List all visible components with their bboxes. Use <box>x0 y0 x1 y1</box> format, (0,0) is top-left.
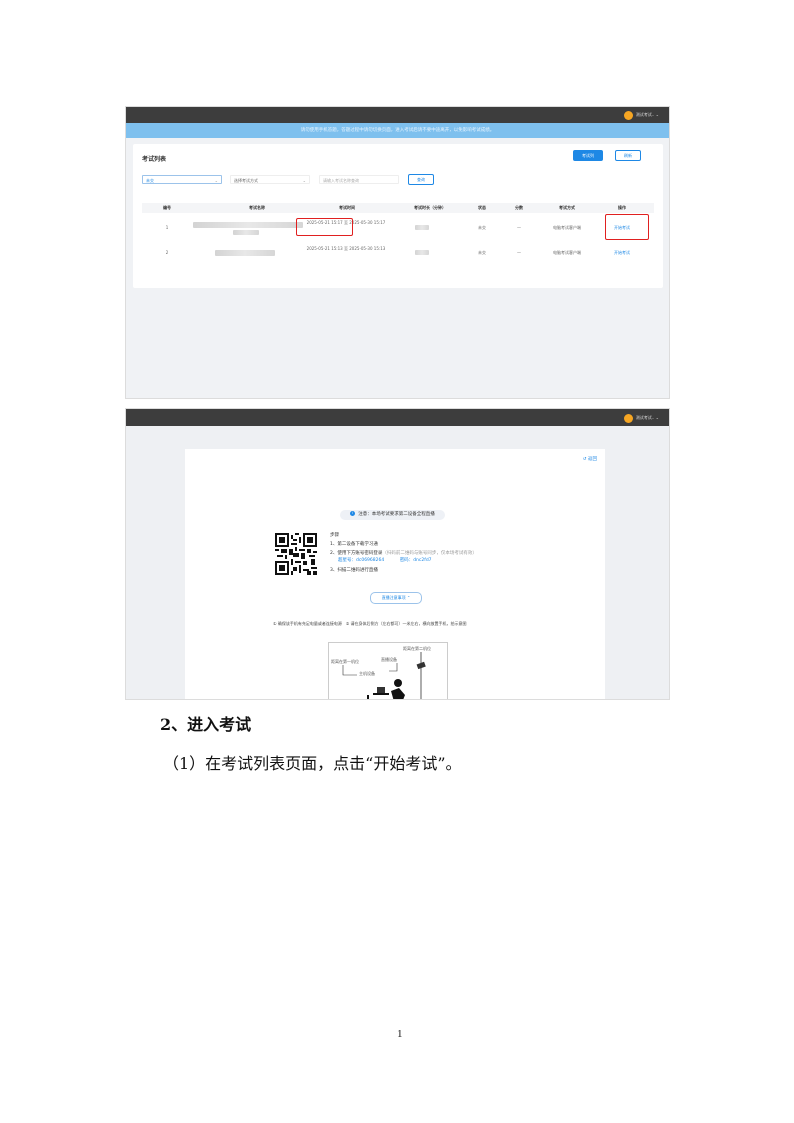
chevron-down-icon: ⌄ <box>302 178 306 183</box>
page-title: 考试列表 <box>142 156 167 163</box>
row-mode: 电脑考试客户端 <box>553 225 581 230</box>
illus-label-2: 距离在第二机位 <box>403 645 431 651</box>
top-bar: 测试考试.. ⌄ <box>126 107 669 123</box>
search-input[interactable]: 请输入考试名称查询 <box>319 175 399 184</box>
account-label: 超星号： <box>338 558 356 563</box>
exam-list-card: 考试列表 考试列 刷新 未交 ⌄ 选择考试方式 ⌄ 请输入考试名称查询 查询 编… <box>133 144 663 288</box>
exam-button[interactable]: 考试列 <box>573 150 603 161</box>
user-menu-label: 测试考试.. ⌄ <box>635 112 659 117</box>
steps-title: 步骤 <box>330 533 339 538</box>
row-time: 2025-05-21 15:13 至 2025-05-30 15:13 <box>306 246 386 251</box>
account-value: dc06968264 <box>356 558 385 563</box>
highlight-box <box>605 214 649 240</box>
row-mode: 电脑考试客户端 <box>553 250 581 255</box>
refresh-button[interactable]: 刷新 <box>615 150 641 161</box>
password-label: 密码： <box>399 558 414 563</box>
highlight-box <box>296 218 353 236</box>
row-status: 未交 <box>478 250 486 255</box>
notice-banner: 请勿使用手机答题，答题过程中请勿切换页面，进入考试后请不要中途离开，以免影响考试… <box>126 123 669 138</box>
table-header: 编号 考试名称 考试时间 考试时长（分钟） 状态 分数 考试方式 操作 <box>142 203 654 213</box>
illus-label-1: 直播设备 <box>381 656 397 662</box>
redacted-duration <box>415 225 429 230</box>
placement-illustration: 距离在第二机位 直播设备 距离在第一机位 主机设备 <box>328 642 448 699</box>
chevron-down-icon: ⌄ <box>214 178 218 183</box>
col-no: 编号 <box>163 205 171 210</box>
illus-label-3: 主机设备 <box>359 670 375 676</box>
avatar <box>623 110 633 120</box>
status-select-value: 未交 <box>146 178 154 183</box>
row-score: — <box>517 225 521 230</box>
tip-2: ② 请在身体后侧方（左右都可）一米左右，横向放置手机，拍示意图 <box>345 621 467 626</box>
col-time: 考试时间 <box>339 205 355 210</box>
row-status: 未交 <box>478 225 486 230</box>
status-select[interactable]: 未交 ⌄ <box>142 175 222 184</box>
info-icon: i <box>350 511 356 516</box>
col-action: 操作 <box>618 205 626 210</box>
step-2-note: （扫码前二维码与账号同步，仅本场考试有效） <box>382 551 477 556</box>
search-placeholder: 请输入考试名称查询 <box>323 178 359 183</box>
exam-mode-placeholder: 选择考试方式 <box>234 178 258 183</box>
exam-mode-select[interactable]: 选择考试方式 ⌄ <box>230 175 310 184</box>
start-exam-link[interactable]: 开始考试 <box>602 250 642 255</box>
redacted-name <box>215 250 275 256</box>
col-name: 考试名称 <box>249 205 265 210</box>
instruction-paragraph: （1）在考试列表页面，点击“开始考试”。 <box>163 754 462 773</box>
password-value: dnc2fd7 <box>413 558 432 563</box>
top-bar: 测试考试.. ⌄ <box>126 409 669 426</box>
exam-list-screenshot: 测试考试.. ⌄ 请勿使用手机答题，答题过程中请勿切换页面，进入考试后请不要中途… <box>125 106 670 399</box>
step-2: 2、使用下方账号密码登录 <box>330 551 383 556</box>
avatar <box>623 413 633 423</box>
qr-code <box>275 533 317 575</box>
redacted-duration <box>415 250 429 255</box>
back-link[interactable]: ↺ 返回 <box>583 456 597 462</box>
live-tips: ① 确保该手机有充足电量或者连接电源 ② 请在身体后侧方（左右都可）一米左右，横… <box>273 621 467 627</box>
search-button[interactable]: 查询 <box>408 174 434 185</box>
redacted-name <box>193 222 303 228</box>
row-no: 2 <box>165 250 169 255</box>
redacted-name <box>233 230 259 235</box>
live-stream-screenshot: 测试考试.. ⌄ ↺ 返回 i 注意：本场考试要求第二设备全程直播 步骤 1、第… <box>125 408 670 700</box>
live-tips-toggle[interactable]: 直播注意事项 ⌃ <box>370 592 422 604</box>
tip-1: ① 确保该手机有充足电量或者连接电源 <box>273 621 342 626</box>
step-3: 3、扫描二维码进行直播 <box>330 568 378 573</box>
page-number: 1 <box>397 1028 403 1040</box>
user-menu[interactable]: 测试考试.. ⌄ <box>623 110 659 120</box>
notice-text: 注意：本场考试要求第二设备全程直播 <box>358 512 435 517</box>
user-menu[interactable]: 测试考试.. ⌄ <box>623 413 659 423</box>
col-score: 分数 <box>515 205 523 210</box>
notice-pill: i 注意：本场考试要求第二设备全程直播 <box>340 510 445 520</box>
illus-label-4: 距离在第一机位 <box>331 658 359 664</box>
live-setup-panel: ↺ 返回 i 注意：本场考试要求第二设备全程直播 步骤 1、第二设备下载学习通 … <box>185 449 605 699</box>
row-score: — <box>517 250 521 255</box>
col-duration: 考试时长（分钟） <box>414 205 446 210</box>
col-status: 状态 <box>478 205 486 210</box>
row-no: 1 <box>165 225 169 230</box>
col-mode: 考试方式 <box>559 205 575 210</box>
user-menu-label: 测试考试.. ⌄ <box>635 415 659 420</box>
person-at-desk-illustration: 距离在第二机位 直播设备 距离在第一机位 主机设备 <box>331 645 431 699</box>
step-1: 1、第二设备下载学习通 <box>330 542 378 547</box>
steps-list: 步骤 1、第二设备下载学习通 2、使用下方账号密码登录（扫码前二维码与账号同步，… <box>330 531 477 575</box>
section-heading: 2、进入考试 <box>160 715 252 734</box>
